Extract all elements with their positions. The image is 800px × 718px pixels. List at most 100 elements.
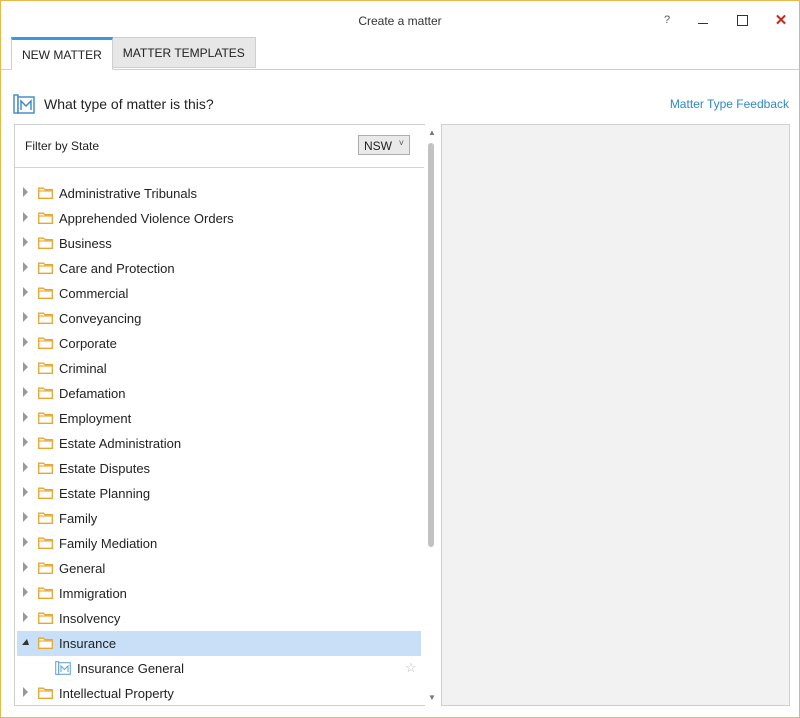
- expand-arrow-icon[interactable]: [23, 587, 28, 597]
- help-button[interactable]: ?: [653, 8, 681, 32]
- expand-arrow-icon[interactable]: [23, 462, 28, 472]
- tree-item-label: Corporate: [59, 336, 117, 351]
- tree-item[interactable]: Insolvency: [17, 606, 421, 631]
- tree-item-label: Commercial: [59, 286, 129, 301]
- close-button[interactable]: ✕: [767, 8, 795, 32]
- title-bar: Create a matter ? ✕: [1, 1, 799, 37]
- tree-item-label: Family: [59, 511, 98, 526]
- tree-item[interactable]: Criminal: [17, 356, 421, 381]
- folder-icon: [38, 687, 53, 699]
- tree-item[interactable]: Commercial: [17, 281, 421, 306]
- tree-item[interactable]: Defamation: [17, 381, 421, 406]
- maximize-icon: [736, 14, 748, 26]
- folder-icon: [38, 537, 53, 549]
- tree-item-label: Estate Disputes: [59, 461, 151, 476]
- tree-item-label: Criminal: [59, 361, 107, 376]
- tree-item-label: Conveyancing: [59, 311, 142, 326]
- tree-item[interactable]: Employment: [17, 406, 421, 431]
- expand-arrow-icon[interactable]: [23, 412, 28, 422]
- folder-icon: [38, 187, 53, 199]
- tree-item[interactable]: Intellectual Property: [17, 681, 421, 705]
- tree-item[interactable]: Corporate: [17, 331, 421, 356]
- expand-arrow-icon[interactable]: [23, 287, 28, 297]
- page-question: What type of matter is this?: [44, 96, 214, 112]
- folder-icon: [38, 612, 53, 624]
- tree-item-label: Insolvency: [59, 611, 121, 626]
- matter-details-pane: [441, 124, 790, 706]
- expand-arrow-icon[interactable]: [23, 212, 28, 222]
- tree-item[interactable]: Business: [17, 231, 421, 256]
- expand-arrow-icon[interactable]: [23, 337, 28, 347]
- expand-arrow-icon[interactable]: [23, 362, 28, 372]
- tree-item-label: Family Mediation: [59, 536, 158, 551]
- matter-type-tree: Administrative Tribunals Apprehended Viol…: [15, 181, 424, 705]
- minimize-button[interactable]: [689, 8, 717, 32]
- folder-icon: [38, 562, 53, 574]
- minimize-icon: [698, 22, 708, 24]
- tree-item[interactable]: Family: [17, 506, 421, 531]
- create-matter-dialog: Create a matter ? ✕ NEW MATTER MATTER TE…: [0, 0, 800, 718]
- state-select[interactable]: NSW ˅: [358, 135, 410, 155]
- scroll-up-icon[interactable]: ▲: [428, 128, 436, 137]
- tree-item[interactable]: Family Mediation: [17, 531, 421, 556]
- folder-icon: [38, 337, 53, 349]
- tab-divider: [1, 69, 799, 70]
- matter-icon: [55, 661, 71, 675]
- tab-new-matter[interactable]: NEW MATTER: [11, 37, 113, 70]
- expand-arrow-icon[interactable]: [23, 687, 28, 697]
- expand-arrow-icon[interactable]: [23, 487, 28, 497]
- tree-item-label: Insurance General: [77, 661, 184, 676]
- folder-icon: [38, 312, 53, 324]
- expand-arrow-icon[interactable]: [23, 537, 28, 547]
- expand-arrow-icon[interactable]: [23, 387, 28, 397]
- expand-arrow-icon[interactable]: [23, 512, 28, 522]
- tree-item[interactable]: Conveyancing: [17, 306, 421, 331]
- tree-item[interactable]: Administrative Tribunals: [17, 181, 421, 206]
- tree-item[interactable]: General: [17, 556, 421, 581]
- tab-matter-templates[interactable]: MATTER TEMPLATES: [112, 37, 256, 68]
- tree-item-label: Employment: [59, 411, 132, 426]
- tree-item[interactable]: Care and Protection: [17, 256, 421, 281]
- folder-icon: [38, 512, 53, 524]
- folder-icon: [38, 362, 53, 374]
- expand-arrow-icon[interactable]: [23, 312, 28, 322]
- scrollbar-thumb[interactable]: [428, 143, 434, 547]
- expand-arrow-icon[interactable]: [23, 437, 28, 447]
- favorite-star-icon[interactable]: ☆: [405, 660, 417, 676]
- folder-icon: [38, 437, 53, 449]
- chevron-down-icon: ˅: [398, 138, 404, 148]
- tree-item[interactable]: Insurance: [17, 631, 421, 656]
- tree-item[interactable]: Estate Administration: [17, 431, 421, 456]
- expand-arrow-icon[interactable]: [23, 562, 28, 572]
- tree-item[interactable]: Estate Disputes: [17, 456, 421, 481]
- tree-scrollbar[interactable]: ▲ ▼: [424, 125, 439, 705]
- expand-arrow-icon[interactable]: [23, 187, 28, 197]
- state-select-value: NSW: [364, 139, 392, 153]
- scroll-down-icon[interactable]: ▼: [428, 693, 436, 702]
- tree-leaf-item[interactable]: Insurance General ☆: [17, 656, 421, 681]
- tree-item[interactable]: Immigration: [17, 581, 421, 606]
- expand-arrow-icon[interactable]: [23, 237, 28, 247]
- collapse-arrow-icon[interactable]: [22, 639, 29, 645]
- tree-item-label: Administrative Tribunals: [59, 186, 197, 201]
- folder-icon: [38, 387, 53, 399]
- folder-icon: [38, 287, 53, 299]
- expand-arrow-icon[interactable]: [23, 262, 28, 272]
- filter-label: Filter by State: [25, 139, 100, 153]
- tree-item-label: Defamation: [59, 386, 126, 401]
- tree-item[interactable]: Estate Planning: [17, 481, 421, 506]
- folder-icon: [38, 462, 53, 474]
- tree-item-label: Business: [59, 236, 112, 251]
- tree-item-label: Insurance: [59, 636, 117, 651]
- folder-icon: [38, 637, 53, 649]
- maximize-button[interactable]: [728, 8, 756, 32]
- expand-arrow-icon[interactable]: [23, 612, 28, 622]
- folder-icon: [38, 412, 53, 424]
- tree-item[interactable]: Apprehended Violence Orders: [17, 206, 421, 231]
- folder-icon: [38, 237, 53, 249]
- tab-bar: NEW MATTER MATTER TEMPLATES: [11, 37, 256, 70]
- tree-item-label: General: [59, 561, 106, 576]
- tree-item-label: Estate Administration: [59, 436, 182, 451]
- matter-type-feedback-link[interactable]: Matter Type Feedback: [670, 97, 789, 111]
- folder-icon: [38, 262, 53, 274]
